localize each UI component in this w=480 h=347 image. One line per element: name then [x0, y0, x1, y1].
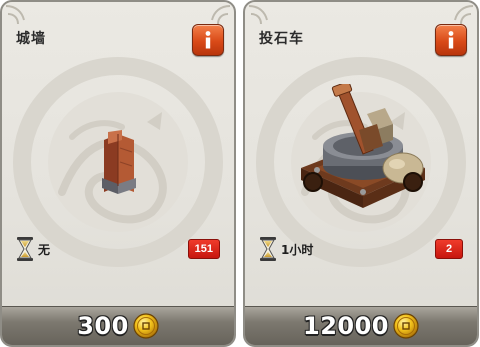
- build-time-value: 无: [38, 242, 51, 257]
- building-name: 城墙: [16, 31, 46, 47]
- corner-ornament-icon: [5, 5, 25, 25]
- price-value: 300: [77, 312, 129, 340]
- build-time: 1小时: [259, 236, 313, 262]
- building-name: 投石车: [259, 31, 304, 47]
- info-icon: [448, 31, 454, 49]
- owned-count-badge: 2: [435, 239, 463, 259]
- building-card-catapult[interactable]: 投石车 1小时 2 12000: [243, 0, 479, 347]
- price-value: 12000: [303, 312, 389, 340]
- corner-ornament-icon: [248, 5, 268, 25]
- price-bar[interactable]: 300: [2, 306, 234, 345]
- owned-count-badge: 151: [187, 239, 220, 259]
- gold-coin-icon: [133, 313, 159, 339]
- info-button[interactable]: [435, 24, 467, 56]
- hourglass-icon: [260, 237, 276, 261]
- build-time: 无: [16, 236, 50, 262]
- info-button[interactable]: [192, 24, 224, 56]
- build-time-value: 1小时: [281, 242, 314, 257]
- hourglass-icon: [17, 237, 33, 261]
- wall-building-icon: [102, 130, 136, 194]
- info-icon: [205, 31, 211, 49]
- gold-coin-icon: [393, 313, 419, 339]
- price-bar[interactable]: 12000: [245, 306, 477, 345]
- building-card-wall[interactable]: 城墙 无 151 300: [0, 0, 236, 347]
- catapult-building-icon: [301, 84, 425, 208]
